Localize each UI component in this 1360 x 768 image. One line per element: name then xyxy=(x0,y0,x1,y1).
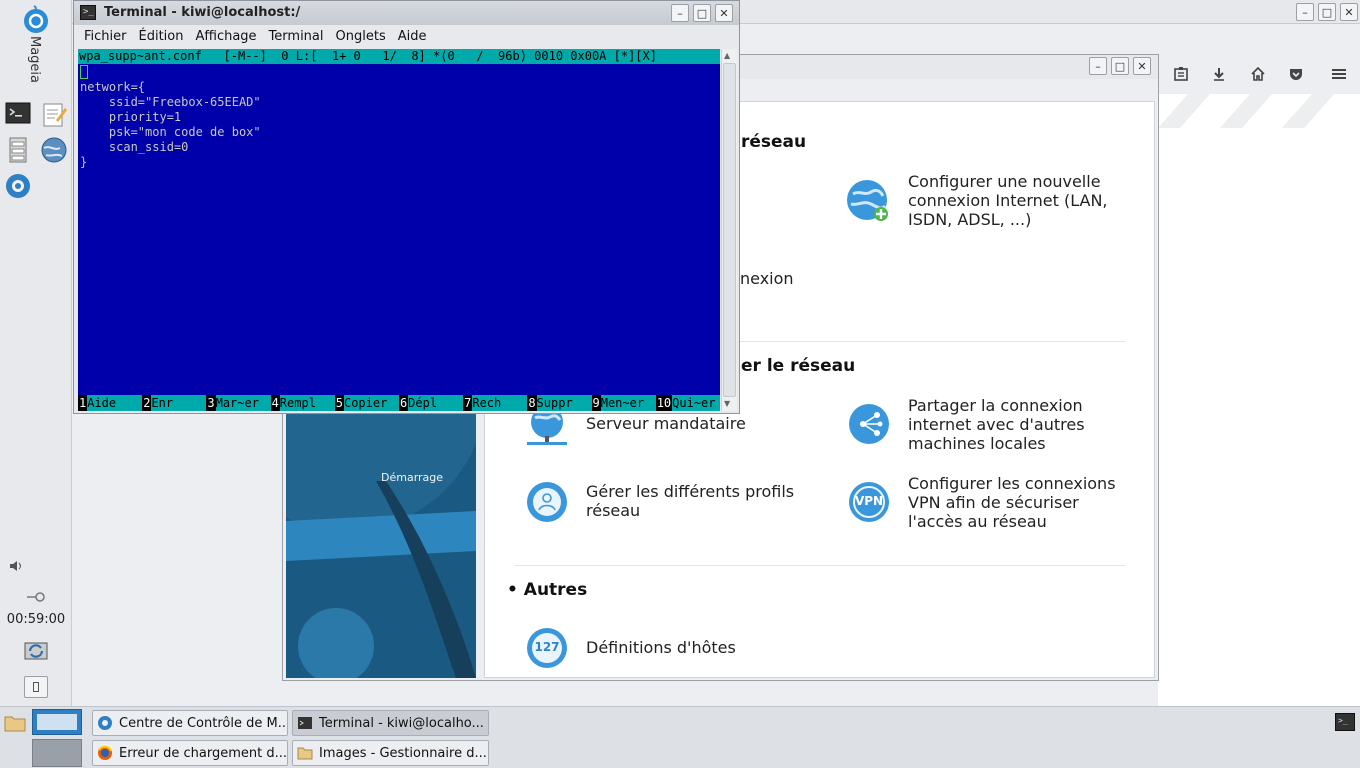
terminal-titlebar: >_ Terminal - kiwi@localhost:/ – □ ✕ xyxy=(74,1,739,25)
vpn-icon[interactable]: VPN xyxy=(847,480,891,524)
scroll-down-icon[interactable]: ▼ xyxy=(724,399,730,408)
network-profiles-link[interactable]: Gérer les différents profils réseau xyxy=(586,482,816,520)
fkey-rechercher[interactable]: 7 Rech xyxy=(463,395,528,411)
new-connection-link[interactable]: Configurer une nouvelle connexion Intern… xyxy=(908,172,1128,229)
task-label: Terminal - kiwi@localho... xyxy=(319,715,484,731)
close-icon[interactable]: ✕ xyxy=(1133,57,1151,75)
folder-icon xyxy=(297,745,313,761)
control-center-icon xyxy=(97,715,113,731)
mageia-label: Mageia xyxy=(27,36,42,84)
globe-plus-icon[interactable] xyxy=(845,178,891,224)
scroll-up-icon[interactable]: ▲ xyxy=(724,51,730,60)
menu-icon[interactable] xyxy=(1328,63,1350,85)
menu-terminal[interactable]: Terminal xyxy=(263,25,330,44)
firefox-icon xyxy=(97,745,113,761)
menu-fichier[interactable]: Fichier xyxy=(78,25,133,44)
control-center-icon[interactable] xyxy=(4,172,32,200)
tray-terminal-icon[interactable]: >_ xyxy=(1335,713,1355,731)
section-title-manage-network: er le réseau xyxy=(741,356,856,376)
updates-icon[interactable] xyxy=(22,637,50,665)
task-label: Erreur de chargement d... xyxy=(119,745,287,761)
sidebar-category-label[interactable]: Démarrage xyxy=(381,471,443,484)
terminal-window: >_ Terminal - kiwi@localhost:/ – □ ✕ Fic… xyxy=(73,0,740,414)
editor-status-line: wpa_supp~ant.conf [-M--] 0 L:[ 1+ 0 1/ 8… xyxy=(78,49,720,64)
fkey-quitter[interactable]: 10 Qui~er xyxy=(655,395,720,411)
terminal-icon xyxy=(297,715,313,731)
volume-icon[interactable] xyxy=(8,558,24,574)
task-control-center[interactable]: Centre de Contrôle de M... xyxy=(92,710,288,736)
code-line: network={ xyxy=(80,80,146,94)
text-cursor xyxy=(80,65,88,79)
task-label: Images - Gestionnaire d... xyxy=(319,745,487,761)
download-icon[interactable] xyxy=(1208,63,1230,85)
home-icon[interactable] xyxy=(1247,63,1269,85)
fkey-supprimer[interactable]: 8 Suppr xyxy=(527,395,592,411)
maximize-icon[interactable]: □ xyxy=(1111,57,1129,75)
vpn-link[interactable]: Configurer les connexions VPN afin de sé… xyxy=(908,474,1128,531)
fkey-menu[interactable]: 9 Men~er xyxy=(591,395,656,411)
code-line: ssid="Freebox-65EEAD" xyxy=(80,95,261,109)
workspace-2[interactable] xyxy=(32,739,82,767)
fkey-marquer[interactable]: 3 Mar~er xyxy=(206,395,271,411)
hosts-link[interactable]: Définitions d'hôtes xyxy=(586,638,736,657)
maximize-icon[interactable]: □ xyxy=(693,4,711,22)
taskbar: Centre de Contrôle de M... Terminal - ki… xyxy=(0,706,1360,768)
left-panel: Mageia 00:59:00 xyxy=(0,0,72,708)
workspace-1[interactable] xyxy=(32,709,82,735)
fkey-aide[interactable]: 1 Aide xyxy=(78,395,143,411)
reading-list-icon[interactable] xyxy=(1170,63,1192,85)
section-title-network: réseau xyxy=(741,132,807,152)
network-globe-icon[interactable] xyxy=(40,136,68,164)
maximize-icon[interactable]: □ xyxy=(1318,3,1336,21)
terminal-screen[interactable]: wpa_supp~ant.conf [-M--] 0 L:[ 1+ 0 1/ 8… xyxy=(78,49,720,411)
terminal-menubar: Fichier Édition Affichage Terminal Onglets Ai… xyxy=(74,25,739,49)
connection-link-partial[interactable]: nexion xyxy=(740,269,794,288)
task-firefox[interactable]: Erreur de chargement d... xyxy=(92,740,288,766)
clock[interactable]: 00:59:00 xyxy=(0,612,72,627)
close-icon[interactable]: ✕ xyxy=(715,4,733,22)
fkey-copier[interactable]: 5 Copier xyxy=(334,395,399,411)
vpn-badge: VPN xyxy=(854,494,884,508)
minimize-icon[interactable]: – xyxy=(1089,57,1107,75)
section-title-others: • Autres xyxy=(507,580,588,600)
minimize-icon[interactable]: – xyxy=(1296,3,1314,21)
fkey-enregistrer[interactable]: 2 Enr xyxy=(142,395,207,411)
code-line: scan_ssid=0 xyxy=(80,140,189,154)
code-line: } xyxy=(80,155,88,169)
network-status-icon[interactable] xyxy=(26,590,46,604)
hosts-badge: 127 xyxy=(534,640,560,654)
terminal-icon[interactable] xyxy=(4,100,32,128)
task-terminal[interactable]: Terminal - kiwi@localho... xyxy=(292,710,489,736)
share-connection-link[interactable]: Partager la connexion internet avec d'au… xyxy=(908,396,1118,453)
firefox-content xyxy=(1158,94,1360,706)
task-label: Centre de Contrôle de M... xyxy=(119,715,288,731)
code-line: priority=1 xyxy=(80,110,182,124)
menu-affichage[interactable]: Affichage xyxy=(189,25,262,44)
function-key-bar: 1 Aide 2 Enr 3 Mar~er 4 Rempl 5 Copier 6 Dépl … xyxy=(78,395,720,411)
section-divider xyxy=(515,565,1125,566)
terminal-title: Terminal - kiwi@localhost:/ xyxy=(104,5,301,20)
terminal-icon: >_ xyxy=(80,5,96,20)
fkey-deplacer[interactable]: 6 Dépl xyxy=(398,395,464,411)
menu-aide[interactable]: Aide xyxy=(392,25,433,44)
task-image-manager[interactable]: Images - Gestionnaire d... xyxy=(292,740,489,766)
network-profiles-icon[interactable] xyxy=(525,480,569,524)
show-desktop-button[interactable] xyxy=(24,676,48,698)
text-editor-icon[interactable] xyxy=(40,100,68,128)
menu-onglets[interactable]: Onglets xyxy=(330,25,392,44)
scrollbar-thumb[interactable] xyxy=(723,63,736,397)
folder-icon[interactable] xyxy=(4,713,26,733)
file-manager-icon[interactable] xyxy=(4,136,32,164)
mageia-logo-icon[interactable] xyxy=(22,4,50,34)
pocket-icon[interactable] xyxy=(1285,63,1307,85)
terminal-scrollbar[interactable]: ▲ ▼ xyxy=(721,49,737,411)
share-connection-icon[interactable] xyxy=(847,402,891,446)
proxy-server-link[interactable]: Serveur mandataire xyxy=(586,414,746,433)
minimize-icon[interactable]: – xyxy=(671,4,689,22)
hosts-icon[interactable]: 127 xyxy=(525,626,569,670)
fkey-remplacer[interactable]: 4 Rempl xyxy=(270,395,335,411)
code-line: psk="mon code de box" xyxy=(80,125,261,139)
menu-edition[interactable]: Édition xyxy=(133,25,190,44)
close-icon[interactable]: ✕ xyxy=(1340,3,1358,21)
